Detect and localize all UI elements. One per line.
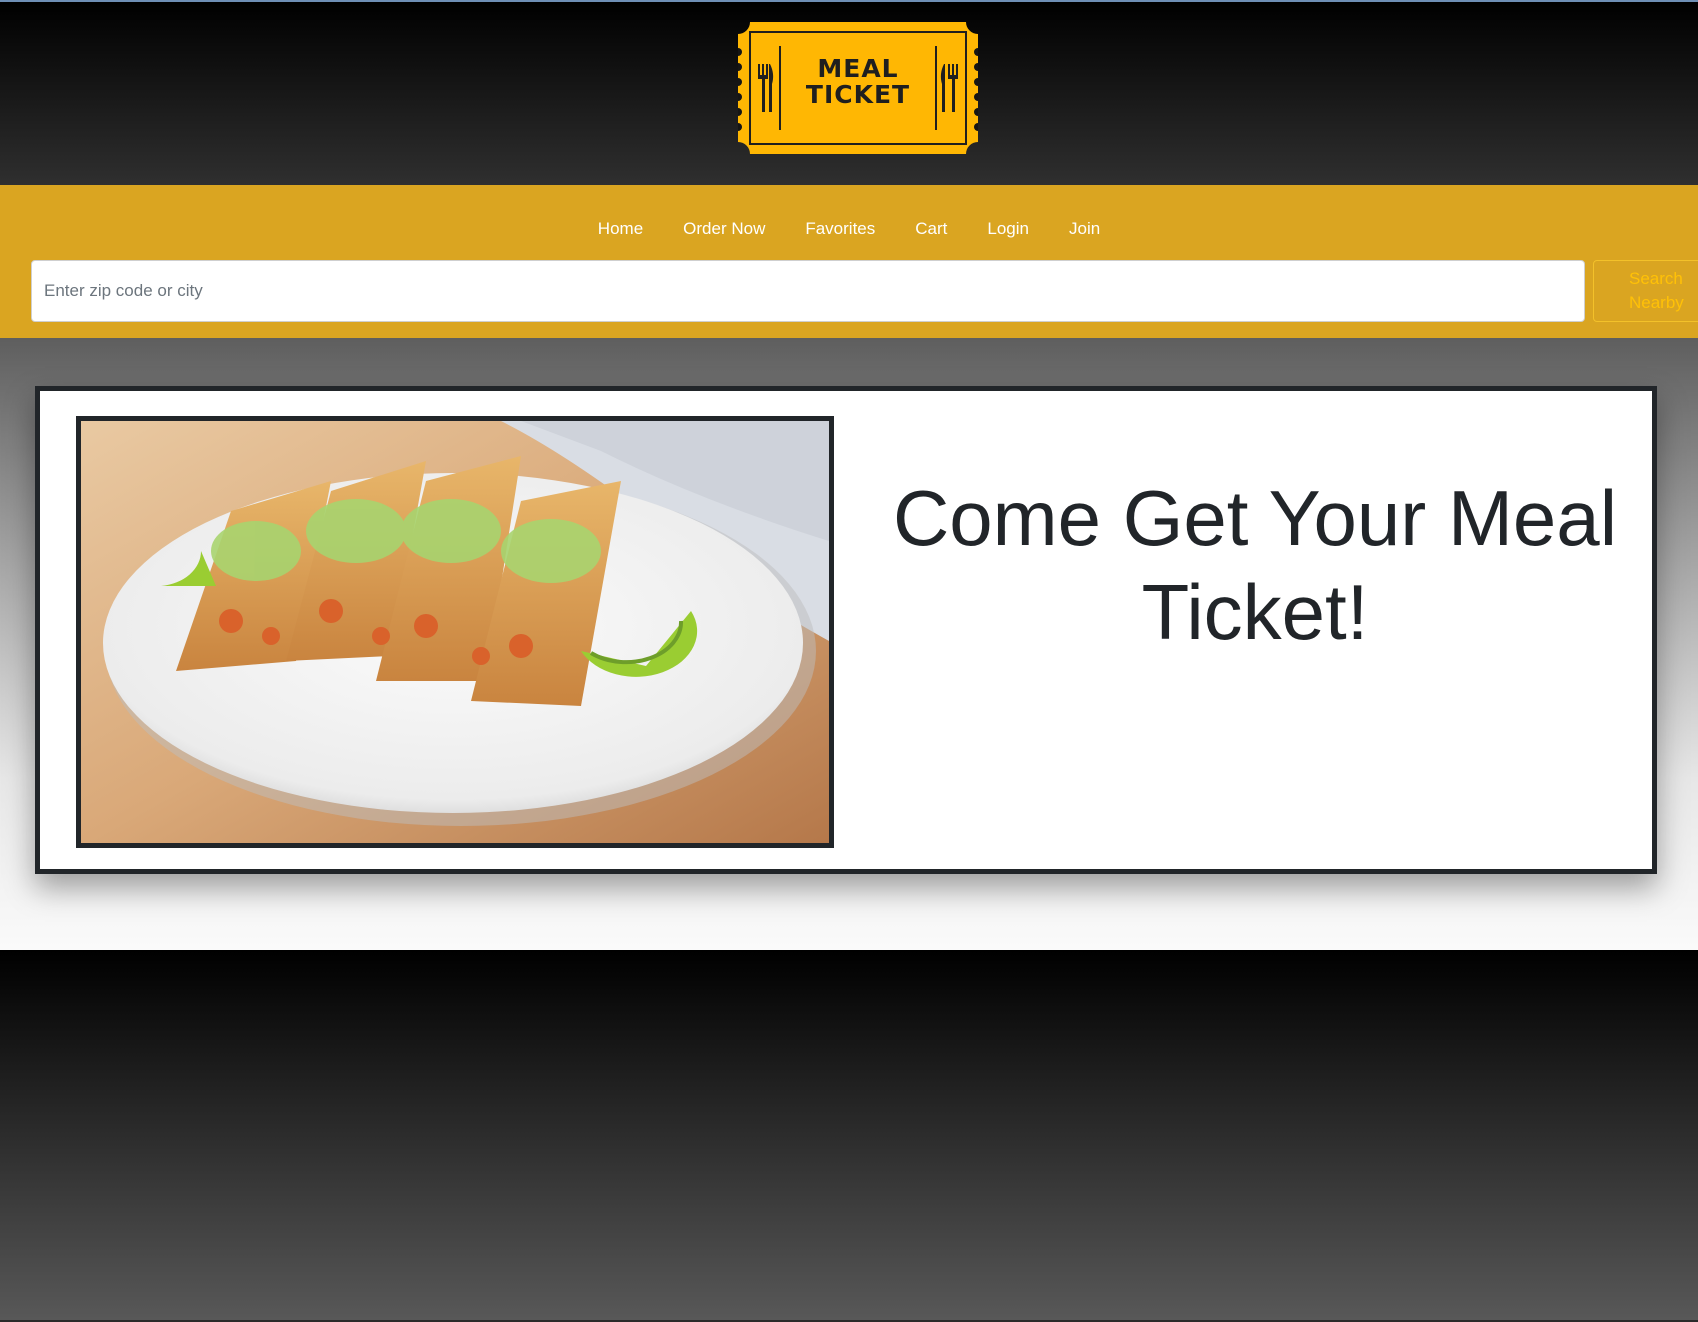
main-content: Come Get Your Meal Ticket! (0, 338, 1698, 950)
search-nearby-label-line1: Search (1629, 269, 1683, 288)
nav-order-now-link[interactable]: Order Now (663, 217, 785, 241)
tacos-on-plate-image (76, 416, 834, 848)
nav-favorites-link[interactable]: Favorites (785, 217, 895, 241)
hero-card: Come Get Your Meal Ticket! (35, 386, 1657, 874)
food-photo-graphic (81, 421, 829, 843)
logo-text-line2: TICKET (805, 80, 911, 109)
search-nearby-label-line2: Nearby (1629, 293, 1684, 312)
main-nav: Home Order Now Favorites Cart Login Join (0, 217, 1698, 241)
site-header: MEAL TICKET (0, 2, 1698, 185)
search-nearby-button[interactable]: Search Nearby (1593, 260, 1698, 322)
site-footer (0, 950, 1698, 1320)
location-search-input[interactable] (31, 260, 1585, 322)
logo-text-line1: MEAL (817, 54, 899, 83)
nav-cart-link[interactable]: Cart (895, 217, 967, 241)
hero-title: Come Get Your Meal Ticket! (892, 474, 1618, 656)
nav-login-link[interactable]: Login (967, 217, 1049, 241)
nav-join-link[interactable]: Join (1049, 217, 1120, 241)
logo-text: MEAL TICKET (738, 56, 978, 108)
nav-search-band: Home Order Now Favorites Cart Login Join… (0, 185, 1698, 338)
meal-ticket-logo[interactable]: MEAL TICKET (738, 22, 978, 154)
nav-home-link[interactable]: Home (578, 217, 663, 241)
